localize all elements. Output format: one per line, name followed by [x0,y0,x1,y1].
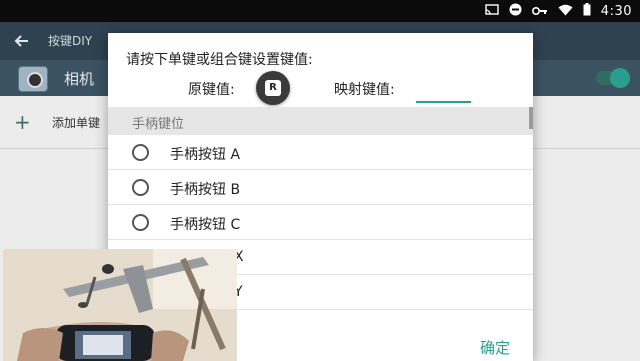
original-key-label: 原键值: [188,82,235,98]
photo-illustration [3,249,237,361]
vpn-key-icon [531,4,548,20]
original-key-value: R [265,80,281,96]
dnd-icon [509,3,522,20]
original-key-badge: R [256,71,290,105]
cast-icon [485,3,499,20]
radio-button[interactable] [132,144,149,161]
option-gamepad-a[interactable]: 手柄按钮 A [108,135,533,170]
radio-button[interactable] [132,214,149,231]
gamepad-keys-header: 手柄键位 [108,107,533,135]
app-row-label: 相机 [64,70,95,88]
camera-preview-photo [3,249,237,361]
add-single-key-label: 添加单键 [52,116,101,130]
scrollbar[interactable] [529,107,533,129]
option-gamepad-b[interactable]: 手柄按钮 B [108,170,533,205]
section-title: 手柄键位 [132,117,185,132]
mapped-key-input[interactable] [416,77,471,103]
battery-icon [583,3,591,20]
status-time: 4:30 [600,3,632,19]
status-icons: 4:30 [485,3,632,20]
toggle-knob [610,68,630,88]
option-label: 手柄按钮 A [170,147,241,163]
camera-app-icon [18,66,48,92]
option-gamepad-c[interactable]: 手柄按钮 C [108,205,533,240]
option-label: 手柄按钮 B [170,182,241,198]
dialog-prompt: 请按下单键或组合键设置键值: [126,52,313,68]
back-arrow-icon[interactable] [12,31,32,51]
enable-toggle[interactable] [596,68,630,88]
app-title: 按键DIY [48,34,93,48]
mapped-key-label: 映射键值: [334,82,395,98]
wifi-icon [558,4,573,20]
camera-lens-icon [27,72,43,88]
plus-icon: + [14,110,31,134]
radio-button[interactable] [132,179,149,196]
confirm-button[interactable]: 确定 [480,337,510,358]
option-label: 手柄按钮 C [170,217,241,233]
status-bar: 4:30 [0,0,640,22]
